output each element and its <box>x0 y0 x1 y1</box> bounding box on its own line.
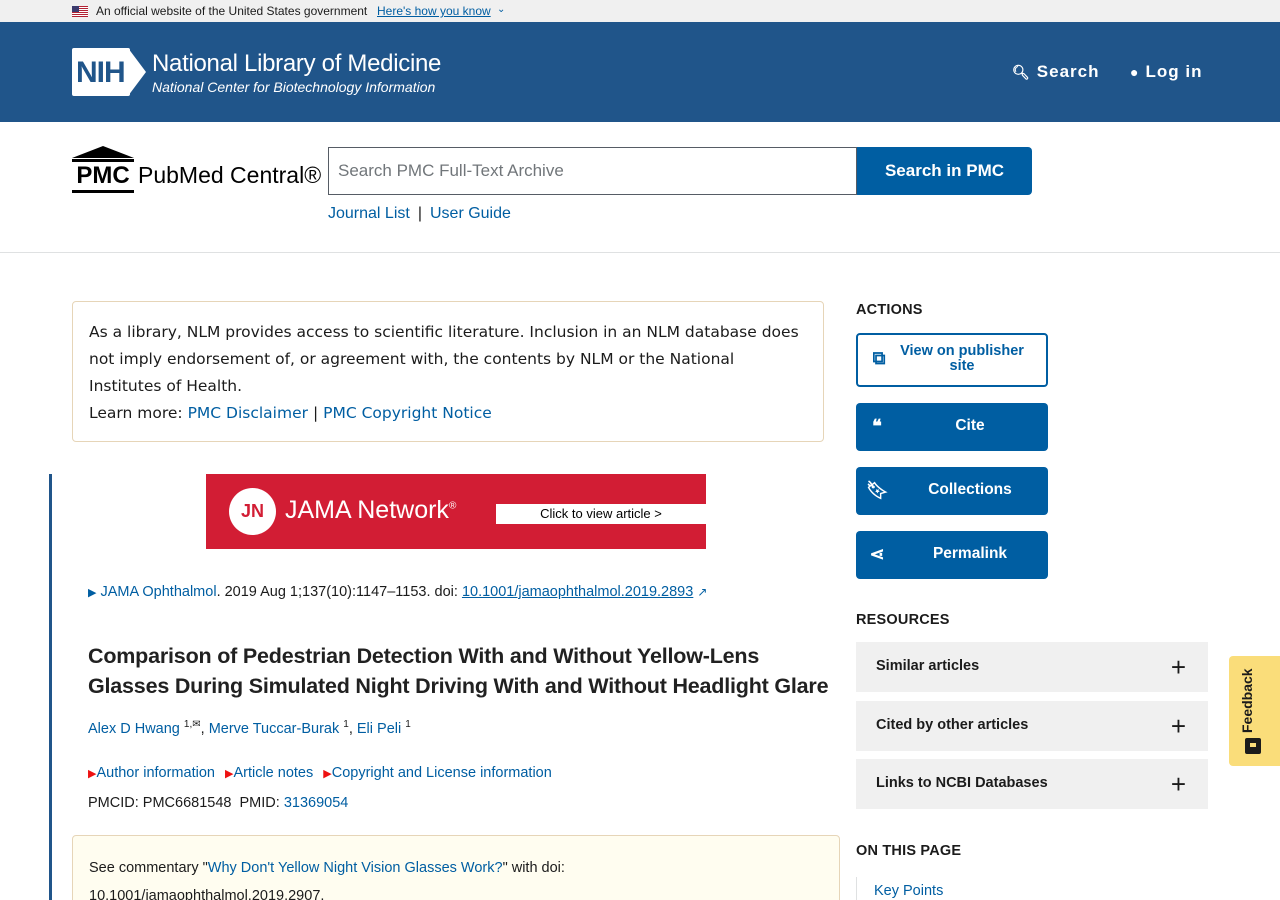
on-this-page-heading: ON THIS PAGE <box>856 843 962 859</box>
author-link[interactable]: Alex D Hwang <box>88 721 180 737</box>
nih-header: NIH National Library of Medicine Nationa… <box>0 22 1280 122</box>
external-link-icon: ↗ <box>697 585 708 599</box>
pmid-link[interactable]: 31369054 <box>284 795 349 811</box>
gov-banner-text: An official website of the United States… <box>96 4 368 18</box>
journal-list-link[interactable]: Journal List <box>328 205 410 222</box>
cited-by-accordion[interactable]: Cited by other articles + <box>856 701 1208 751</box>
author-link[interactable]: Merve Tuccar-Burak <box>209 721 340 737</box>
doi-link[interactable]: 10.1001/jamaophthalmol.2019.2893 <box>462 584 693 600</box>
on-this-page-nav: Key Points <box>856 877 1056 900</box>
nav-separator: | <box>417 205 422 222</box>
external-link-icon: ⧉ <box>872 348 886 368</box>
cited-by-label: Cited by other articles <box>876 717 1029 733</box>
disclaimer-separator: | <box>312 404 319 422</box>
search-in-pmc-button[interactable]: Search in PMC <box>857 147 1032 195</box>
author-link[interactable]: Eli Peli <box>357 721 401 737</box>
pmid-label: PMID: <box>239 795 280 811</box>
permalink-label: Permalink <box>932 545 1008 562</box>
feedback-tab[interactable]: Feedback <box>1229 656 1280 766</box>
feedback-label: Feedback <box>1239 668 1255 734</box>
expand-triangle-icon[interactable]: ▶ <box>88 587 96 599</box>
jama-registered-mark: ® <box>448 500 457 512</box>
login-button[interactable]: ● Log in <box>1130 62 1202 82</box>
bookmark-icon: 🔖︎ <box>866 480 889 500</box>
actions-heading: ACTIONS <box>856 302 923 318</box>
journal-link[interactable]: JAMA Ophthalmol <box>101 584 217 600</box>
nih-logo[interactable]: NIH <box>72 48 146 96</box>
nih-logo-letters: NIH <box>76 56 126 89</box>
ncbi-subtitle: National Center for Biotechnology Inform… <box>152 79 436 95</box>
commentary-doi: 10.1001/jamaophthalmol.2019.2907. <box>89 888 325 900</box>
nlm-title[interactable]: National Library of Medicine <box>152 50 441 78</box>
expand-triangle-icon: ▶ <box>323 768 332 780</box>
commentary-prefix: See commentary " <box>89 860 208 876</box>
jama-ad-banner[interactable]: JN JAMA Network® Click to view article > <box>206 474 706 549</box>
user-guide-link[interactable]: User Guide <box>430 205 511 222</box>
login-label: Log in <box>1145 62 1203 81</box>
view-on-publisher-button[interactable]: ⧉ View on publisher site <box>856 333 1048 387</box>
resources-heading: RESOURCES <box>856 612 950 628</box>
disclaimer-text: As a library, NLM provides access to sci… <box>89 323 799 395</box>
article-citation: ▶ JAMA Ophthalmol. 2019 Aug 1;137(10):11… <box>88 584 707 600</box>
cite-label: Cite <box>955 417 985 434</box>
ad-cta[interactable]: Click to view article > <box>496 504 706 524</box>
heres-how-you-know-link[interactable]: Here's how you know <box>377 4 491 18</box>
similar-articles-label: Similar articles <box>876 658 980 674</box>
collections-button[interactable]: 🔖︎ Collections <box>856 467 1048 515</box>
author-information-toggle[interactable]: Author information <box>96 765 214 781</box>
pmc-logo-roof <box>72 146 134 158</box>
jama-logo: JN <box>229 488 276 535</box>
article-title: Comparison of Pedestrian Detection With … <box>88 644 829 698</box>
author-affiliation: 1 <box>343 719 349 730</box>
gov-banner: An official website of the United States… <box>0 0 1280 22</box>
author-list: Alex D Hwang 1,✉, Merve Tuccar-Burak 1, … <box>88 719 411 737</box>
commentary-notice: See commentary "Why Don't Yellow Night V… <box>72 835 840 900</box>
view-on-publisher-label: View on publisher site <box>900 343 1024 374</box>
plus-icon[interactable]: + <box>1171 711 1186 742</box>
commentary-link[interactable]: Why Don't Yellow Night Vision Glasses Wo… <box>208 860 503 876</box>
pmc-logo-name: PubMed Central® <box>138 162 322 188</box>
plus-icon[interactable]: + <box>1171 652 1186 683</box>
chevron-down-icon[interactable]: ⌄ <box>497 4 505 15</box>
similar-articles-accordion[interactable]: Similar articles + <box>856 642 1208 692</box>
us-flag-icon <box>72 6 88 17</box>
quote-icon: ❝ <box>872 416 882 436</box>
key-points-link[interactable]: Key Points <box>874 883 943 899</box>
pmc-logo-box: PMC <box>72 159 134 193</box>
pmc-nav-links: Journal List | User Guide <box>328 205 511 223</box>
article-accent-bar <box>49 474 52 900</box>
pmc-logo[interactable]: PMC PubMed Central® <box>72 146 322 196</box>
search-icon: 🔍︎ <box>1012 64 1031 80</box>
collections-label: Collections <box>928 481 1012 498</box>
pmcid: PMCID: PMC6681548 <box>88 795 232 811</box>
learn-more-label: Learn more: <box>89 404 183 422</box>
author-affiliation: 1,✉ <box>183 719 201 730</box>
user-icon: ● <box>1130 64 1140 80</box>
pmc-bar: PMC PubMed Central® Search in PMC Journa… <box>0 122 1280 253</box>
copyright-toggle[interactable]: Copyright and License information <box>332 765 552 781</box>
permalink-button[interactable]: ⋖ Permalink <box>856 531 1048 579</box>
article-notes-toggle[interactable]: Article notes <box>233 765 313 781</box>
commentary-suffix: " with doi: <box>502 860 565 876</box>
article-info-links: ▶Author information ▶Article notes ▶Copy… <box>88 765 558 781</box>
cite-button[interactable]: ❝ Cite <box>856 403 1048 451</box>
plus-icon[interactable]: + <box>1171 769 1186 800</box>
share-icon: ⋖ <box>869 544 885 564</box>
jama-network-name: JAMA Network® <box>285 496 457 524</box>
nlm-disclaimer: As a library, NLM provides access to sci… <box>72 301 824 442</box>
citation-text: . 2019 Aug 1;137(10):1147–1153. doi: <box>216 584 462 600</box>
pmc-disclaimer-link[interactable]: PMC Disclaimer <box>188 404 308 422</box>
pmc-copyright-link[interactable]: PMC Copyright Notice <box>323 404 492 422</box>
header-search-label: Search <box>1036 62 1100 81</box>
header-search-button[interactable]: 🔍︎ Search <box>1012 62 1099 82</box>
pmc-search-input[interactable] <box>328 147 857 195</box>
ncbi-links-accordion[interactable]: Links to NCBI Databases + <box>856 759 1208 809</box>
feedback-icon <box>1245 738 1261 754</box>
ncbi-links-label: Links to NCBI Databases <box>876 775 1048 791</box>
author-affiliation: 1 <box>405 719 411 730</box>
article-ids: PMCID: PMC6681548 PMID: 31369054 <box>88 795 348 811</box>
